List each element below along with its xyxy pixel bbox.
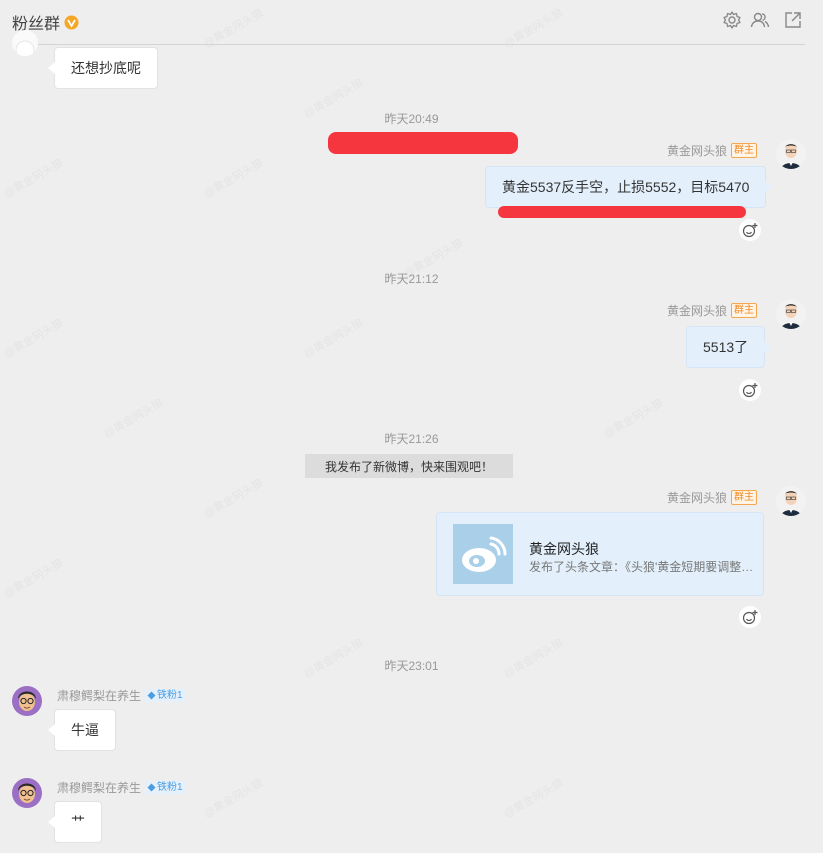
sender-line: 黄金网头狼 群主 (667, 142, 757, 159)
diamond-icon (147, 691, 156, 700)
sender-line: 肃穆鳄梨在养生 铁粉1 (57, 779, 186, 796)
react-emoji-icon[interactable] (739, 219, 761, 241)
weibo-logo-icon (453, 524, 513, 584)
sender-line: 黄金网头狼 群主 (667, 302, 757, 319)
message-text: 5513了 (703, 339, 749, 355)
fan-badge-text: 铁粉1 (157, 782, 183, 793)
watermark: @黄金网头狼 (201, 777, 266, 821)
popout-icon[interactable] (783, 10, 803, 30)
avatar[interactable] (12, 30, 38, 56)
timestamp: 昨天20:49 (384, 112, 439, 126)
chat-header: 粉丝群 (0, 0, 823, 44)
sender-name[interactable]: 黄金网头狼 (667, 302, 727, 319)
redaction-mark (498, 206, 746, 218)
sender-line: 肃穆鳄梨在养生 铁粉1 (57, 687, 186, 704)
fan-badge-text: 铁粉1 (157, 690, 183, 701)
sender-line: 黄金网头狼 群主 (667, 489, 757, 506)
verified-v-icon (64, 15, 79, 29)
message-bubble: 还想抄底呢 (48, 47, 158, 89)
system-message: 我发布了新微博，快来围观吧！ (305, 454, 513, 478)
watermark: @黄金网头狼 (501, 777, 566, 821)
message-text: 艹 (71, 814, 85, 830)
avatar[interactable] (776, 299, 806, 329)
gear-icon[interactable] (722, 10, 742, 30)
message-text: 黄金5537反手空，止损5552，目标5470 (502, 179, 750, 195)
sender-name[interactable]: 肃穆鳄梨在养生 (57, 687, 141, 704)
redaction-mark (328, 132, 518, 154)
fan-badge: 铁粉1 (145, 689, 186, 702)
owner-badge: 群主 (731, 143, 757, 158)
members-icon[interactable] (750, 10, 770, 30)
avatar[interactable] (776, 486, 806, 516)
avatar[interactable] (776, 139, 806, 169)
timestamp: 昨天23:01 (384, 659, 439, 673)
message-bubble: 艹 (48, 801, 102, 843)
timestamp: 昨天21:26 (384, 432, 439, 446)
react-emoji-icon[interactable] (739, 379, 761, 401)
avatar[interactable] (12, 778, 42, 808)
sender-name[interactable]: 肃穆鳄梨在养生 (57, 779, 141, 796)
fan-badge: 铁粉1 (145, 781, 186, 794)
message-text: 牛逼 (71, 722, 99, 738)
diamond-icon (147, 783, 156, 792)
watermark: @黄金网头狼 (301, 317, 366, 361)
timestamp: 昨天21:12 (384, 272, 439, 286)
owner-badge: 群主 (731, 490, 757, 505)
watermark: @黄金网头狼 (1, 317, 66, 361)
sender-name[interactable]: 黄金网头狼 (667, 489, 727, 506)
message-text: 还想抄底呢 (71, 60, 141, 76)
sender-name[interactable]: 黄金网头狼 (667, 142, 727, 159)
message-bubble: 黄金5537反手空，止损5552，目标5470 (485, 166, 773, 208)
watermark: @黄金网头狼 (1, 557, 66, 601)
weibo-article-card[interactable]: 黄金网头狼 发布了头条文章：《头狼'黄金短期要调整了》 (436, 512, 764, 596)
watermark: @黄金网头狼 (201, 157, 266, 201)
react-emoji-icon[interactable] (739, 606, 761, 628)
message-bubble: 5513了 (686, 326, 772, 368)
card-title: 黄金网头狼 (529, 541, 599, 557)
owner-badge: 群主 (731, 303, 757, 318)
avatar[interactable] (12, 686, 42, 716)
watermark: @黄金网头狼 (1, 157, 66, 201)
header-divider (12, 44, 805, 45)
message-bubble: 牛逼 (48, 709, 116, 751)
watermark: @黄金网头狼 (201, 477, 266, 521)
card-subtitle: 发布了头条文章：《头狼'黄金短期要调整了》 (529, 560, 757, 574)
